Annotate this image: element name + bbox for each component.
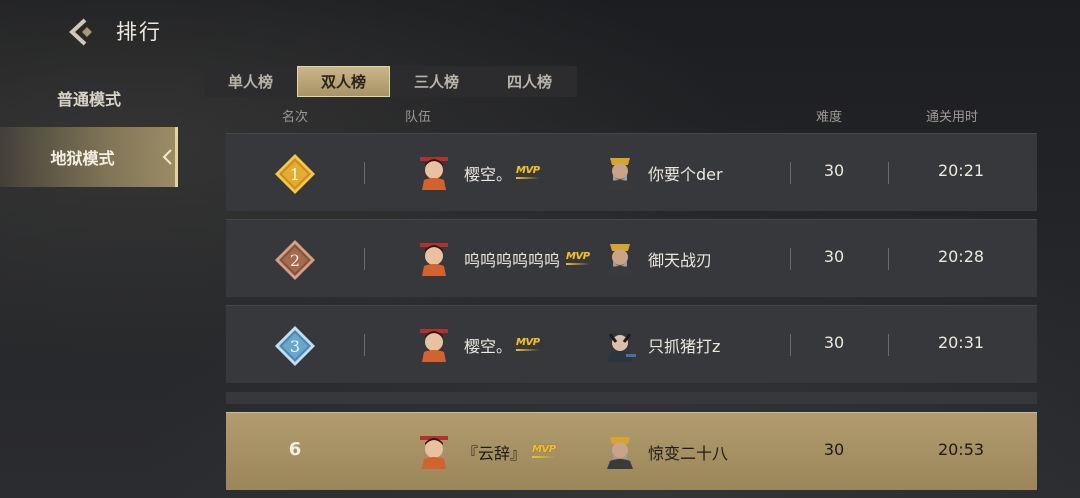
rank-number: 1 [290,165,300,184]
player-name: 樱空。 [464,165,513,184]
tab-single[interactable]: 单人榜 [204,66,297,97]
back-arrow-icon [69,18,92,46]
clear-time-value: 20:21 [937,161,985,180]
sidebar-item-label: 地狱模式 [50,149,115,168]
mvp-badge: MVP [516,337,540,351]
swordsman-avatar-icon [607,333,636,362]
mvp-badge: MVP [566,251,590,265]
table-row[interactable]: 2 呜呜呜呜呜呜 MVP 御天战刃 30 20:28 [226,219,1037,297]
warrior-avatar-icon [420,436,448,469]
column-header-time: 通关用时 [926,110,979,125]
player-name: 只抓猪打z [648,337,721,356]
tab-trio[interactable]: 三人榜 [390,66,483,97]
sidebar-item-normal-mode[interactable]: 普通模式 [0,68,178,128]
gold-rank-badge-icon: 1 [275,154,315,194]
table-row[interactable]: 1 樱空。 MVP 你要个der 30 20:21 [226,133,1037,211]
back-button[interactable] [62,14,98,50]
leaderboard-screen: 排行 普通模式 地狱模式 单人榜 双人榜 三人榜 四人榜 名次 队伍 难度 通关… [0,0,1080,498]
clear-time-value: 20:28 [937,247,985,266]
player-name: 你要个der [648,165,723,184]
player-name: 『云辞』 [462,444,527,463]
table-row[interactable]: 3 樱空。 MVP 只抓猪打z 30 20:31 [226,305,1037,383]
mvp-badge: MVP [532,444,556,458]
player-name: 呜呜呜呜呜呜 [464,251,561,270]
divider [364,248,365,270]
difficulty-value: 30 [823,247,845,266]
rank-number: 6 [288,439,302,460]
column-header-difficulty: 难度 [816,110,843,125]
tab-duo[interactable]: 双人榜 [297,66,390,97]
sidebar-item-label: 普通模式 [56,90,121,109]
emperor-avatar-icon [607,244,633,276]
difficulty-value: 30 [823,161,845,180]
clear-time-value: 20:53 [937,440,985,459]
divider [888,162,889,184]
player-name: 惊变二十八 [648,444,729,463]
divider [790,334,791,356]
tab-quad[interactable]: 四人榜 [483,66,576,97]
sidebar-item-hell-mode[interactable]: 地狱模式 [0,127,178,187]
chevron-left-icon [162,149,172,165]
clear-time-value: 20:31 [937,333,985,352]
warrior-avatar-icon [420,243,448,276]
difficulty-value: 30 [823,440,845,459]
bronze-rank-badge-icon: 2 [275,240,315,280]
list-item-partial [226,392,1037,404]
self-rank-row[interactable]: 6 『云辞』 MVP 惊变二十八 30 20:53 [226,412,1037,490]
divider [364,162,365,184]
divider [790,162,791,184]
player-name: 樱空。 [464,337,513,356]
silver-rank-badge-icon: 3 [275,326,315,366]
rank-number: 3 [290,337,300,356]
difficulty-value: 30 [823,333,845,352]
player-name: 御天战刃 [648,251,713,270]
ranking-tabs: 单人榜 双人榜 三人榜 四人榜 [204,66,577,97]
column-header-team: 队伍 [405,110,432,125]
emperor-avatar-icon [607,158,633,190]
mvp-badge: MVP [516,165,540,179]
divider [790,248,791,270]
warrior-avatar-icon [420,329,448,362]
divider [888,334,889,356]
warrior-avatar-icon [420,157,448,190]
rank-number: 2 [290,251,300,270]
divider [364,334,365,356]
divider [888,248,889,270]
column-header-rank: 名次 [282,110,309,125]
emperor-avatar-icon [607,437,633,469]
page-title: 排行 [116,20,162,44]
